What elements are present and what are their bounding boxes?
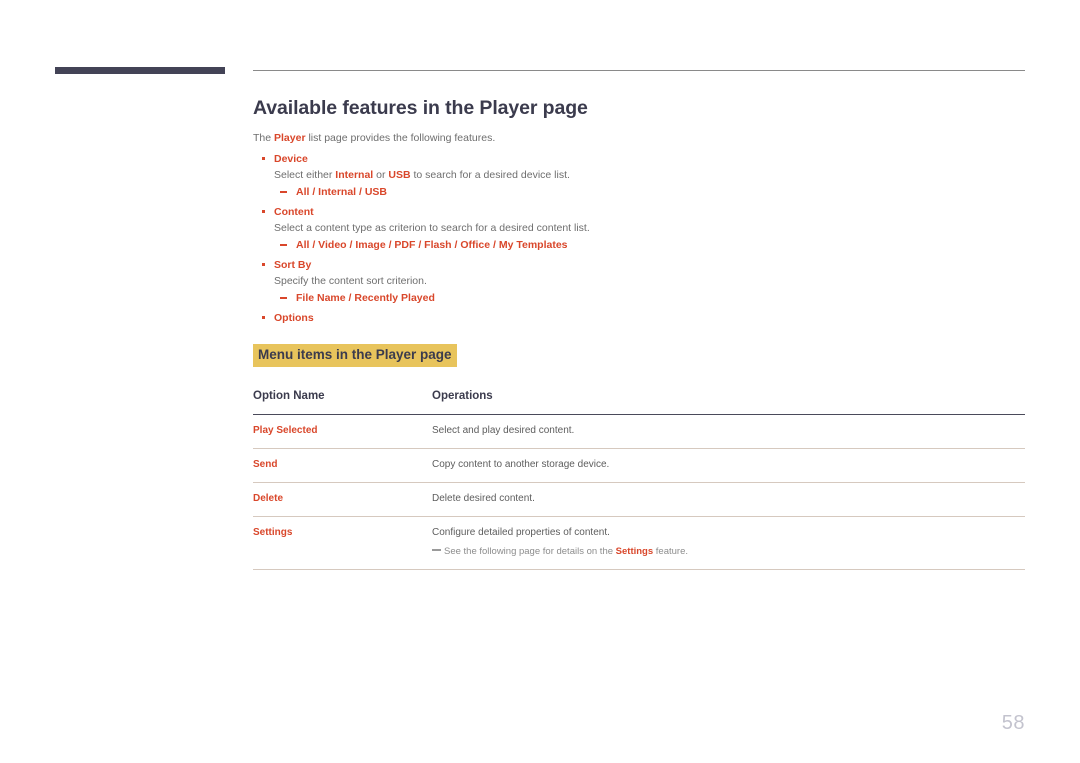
feature-desc-end: to search for a desired device list. [410, 169, 570, 181]
feature-description: Specify the content sort criterion. [274, 275, 427, 287]
bullet-icon [262, 263, 265, 266]
dash-icon [280, 244, 287, 246]
feature-title: Content [274, 206, 314, 218]
table-header-row: Option Name Operations [253, 390, 1025, 415]
menu-items-table: Option Name Operations Play Selected Sel… [253, 390, 1025, 570]
feature-title: Sort By [274, 259, 312, 271]
list-item: Options [253, 311, 1025, 326]
dash-icon [280, 297, 287, 299]
table-cell-operation: Configure detailed properties of content… [432, 516, 1025, 570]
bullet-icon [262, 210, 265, 213]
feature-desc-mid: or [373, 169, 389, 181]
list-item: Sort By Specify the content sort criteri… [253, 258, 1025, 306]
section-heading: Menu items in the Player page [253, 344, 457, 367]
note-accent-settings: Settings [615, 546, 654, 557]
table-row: Delete Delete desired content. [253, 482, 1025, 517]
feature-options-text: All / Internal / USB [296, 186, 388, 198]
table-cell-operation: Select and play desired content. [432, 414, 1025, 449]
feature-options: All / Internal / USB [274, 185, 1025, 200]
feature-options-text: File Name / Recently Played [296, 292, 435, 304]
feature-description: Select either Internal or USB to search … [274, 168, 1025, 183]
dash-icon [432, 549, 441, 551]
page-title: Available features in the Player page [253, 97, 588, 119]
table-cell-option-name: Delete [253, 482, 432, 517]
feature-desc-accent-usb: USB [388, 169, 411, 181]
feature-desc-accent-internal: Internal [335, 169, 374, 181]
page-number: 58 [1001, 712, 1025, 734]
intro-accent-player: Player [274, 132, 306, 144]
feature-list: Device Select either Internal or USB to … [253, 152, 1025, 326]
dash-icon [280, 191, 287, 193]
table-cell-option-name: Settings [253, 516, 432, 570]
feature-options-text: All / Video / Image / PDF / Flash / Offi… [296, 239, 568, 251]
column-header-operations: Operations [432, 390, 1025, 415]
feature-description: Select a content type as criterion to se… [274, 222, 590, 234]
feature-options: File Name / Recently Played [274, 291, 1025, 306]
table-cell-option-name: Send [253, 448, 432, 483]
note-text-after: feature. [653, 546, 688, 557]
column-header-option-name: Option Name [253, 390, 432, 415]
page-content: Available features in the Player page Th… [253, 95, 1025, 570]
table-row: Send Copy content to another storage dev… [253, 448, 1025, 483]
table-cell-operation: Copy content to another storage device. [432, 448, 1025, 483]
bullet-icon [262, 316, 265, 319]
feature-title: Device [274, 153, 308, 165]
section-heading-container: Menu items in the Player page [253, 344, 1025, 367]
table-row: Play Selected Select and play desired co… [253, 414, 1025, 449]
intro-paragraph: The Player list page provides the follow… [253, 131, 1025, 146]
feature-desc-part: Select either [274, 169, 336, 181]
table-cell-operation: Delete desired content. [432, 482, 1025, 517]
bullet-icon [262, 157, 265, 160]
note-text-before: See the following page for details on th… [444, 546, 616, 557]
table-cell-option-name: Play Selected [253, 414, 432, 449]
header-divider [253, 70, 1025, 71]
list-item: Device Select either Internal or USB to … [253, 152, 1025, 200]
decorative-corner-bar [55, 67, 225, 74]
operation-note: See the following page for details on th… [432, 545, 1025, 559]
table-row: Settings Configure detailed properties o… [253, 516, 1025, 570]
list-item: Content Select a content type as criteri… [253, 205, 1025, 253]
intro-text-before: The [253, 132, 275, 144]
feature-options: All / Video / Image / PDF / Flash / Offi… [274, 238, 1025, 253]
operation-text: Configure detailed properties of content… [432, 527, 610, 538]
intro-text-after: list page provides the following feature… [305, 132, 496, 144]
feature-title: Options [274, 312, 314, 324]
